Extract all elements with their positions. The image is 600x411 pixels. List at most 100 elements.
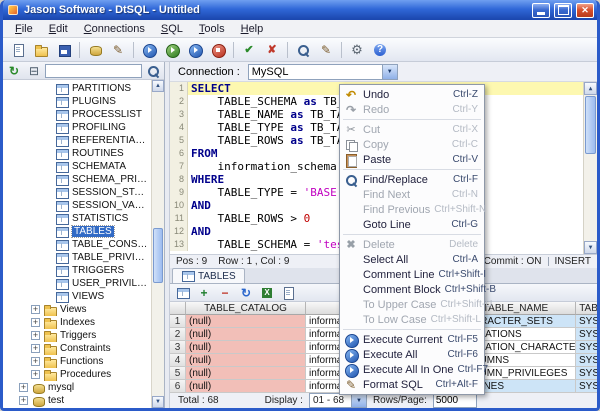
context-menu-item-format-sql[interactable]: Format SQLCtrl+Alt-F [340, 377, 484, 392]
toolbar-button-execute-all-in-one[interactable] [184, 40, 206, 60]
tree-item-table-constraints[interactable]: TABLE_CONSTRAINTS [3, 238, 164, 251]
tree-scrollbar[interactable]: ▲ ▼ [151, 80, 164, 408]
minimize-button[interactable] [532, 3, 550, 18]
chevron-down-icon[interactable] [351, 394, 366, 407]
results-button-export-excel[interactable] [257, 285, 277, 301]
grid-cell[interactable]: (null) [186, 315, 306, 328]
tree-item-views[interactable]: +Views [3, 303, 164, 316]
toolbar-button-help[interactable] [369, 40, 391, 60]
results-button-refresh-results[interactable] [236, 285, 256, 301]
connection-select[interactable]: MySQL [248, 64, 398, 80]
tree-item-user-privileges[interactable]: USER_PRIVILEGES [3, 277, 164, 290]
tree-item-schema-privileges[interactable]: SCHEMA_PRIVILEGES [3, 173, 164, 186]
toolbar-button-settings[interactable] [346, 40, 368, 60]
toolbar-button-commit[interactable] [238, 40, 260, 60]
grid-cell[interactable]: SYSTEM VIEW [576, 341, 597, 354]
tree-item-constraints[interactable]: +Constraints [3, 342, 164, 355]
tree-item-processlist[interactable]: PROCESSLIST [3, 108, 164, 121]
results-button-export-file[interactable] [278, 285, 298, 301]
context-menu-item-comment-line[interactable]: Comment LineCtrl+Shift-I [340, 267, 484, 282]
tree-item-routines[interactable]: ROUTINES [3, 147, 164, 160]
grid-cell[interactable]: SYSTEM VIEW [576, 315, 597, 328]
expand-plus-icon[interactable]: + [19, 396, 28, 405]
editor-scrollbar[interactable] [583, 82, 597, 254]
maximize-button[interactable] [554, 3, 572, 18]
tree-item-profiling[interactable]: PROFILING [3, 121, 164, 134]
tree-item-indexes[interactable]: +Indexes [3, 316, 164, 329]
context-menu-item-find-next[interactable]: Find NextCtrl-N [340, 187, 484, 202]
tree-item-triggers[interactable]: TRIGGERS [3, 264, 164, 277]
grid-cell[interactable]: (null) [186, 328, 306, 341]
context-menu-item-comment-block[interactable]: Comment BlockCtrl+Shift-B [340, 282, 484, 297]
rows-per-page-input[interactable] [433, 394, 477, 408]
grid-header-table-type[interactable]: TABLE_TYPE [576, 302, 597, 315]
context-menu-item-find-previous[interactable]: Find PreviousCtrl+Shift-N [340, 202, 484, 217]
toolbar-button-execute-all[interactable] [161, 40, 183, 60]
toolbar-button-find-replace[interactable] [292, 40, 314, 60]
toolbar-button-new-sql[interactable] [7, 40, 29, 60]
grid-cell[interactable]: SYSTEM VIEW [576, 380, 597, 393]
toolbar-button-new-connection[interactable] [84, 40, 106, 60]
titlebar[interactable]: Jason Software - DtSQL - Untitled [3, 0, 597, 20]
expand-plus-icon[interactable]: + [19, 383, 28, 392]
context-menu-item-execute-all-in-one[interactable]: Execute All In OneCtrl-F7 [340, 362, 484, 377]
expand-plus-icon[interactable]: + [31, 370, 40, 379]
grid-cell[interactable]: (null) [186, 354, 306, 367]
toolbar-button-rollback[interactable] [261, 40, 283, 60]
tree-item-plugins[interactable]: PLUGINS [3, 95, 164, 108]
tree-filter-input[interactable] [45, 64, 142, 78]
toolbar-button-edit-connection[interactable] [107, 40, 129, 60]
context-menu-item-execute-current[interactable]: Execute CurrentCtrl-F5 [340, 332, 484, 347]
context-menu-item-to-low-case[interactable]: To Low CaseCtrl+Shift-L [340, 312, 484, 327]
grid-header-table-catalog[interactable]: TABLE_CATALOG [186, 302, 306, 315]
grid-cell[interactable]: SYSTEM VIEW [576, 354, 597, 367]
tab-tables[interactable]: TABLES [172, 268, 245, 283]
tree-search-button[interactable] [144, 63, 162, 79]
toolbar-button-format-sql[interactable] [315, 40, 337, 60]
context-menu-item-redo[interactable]: RedoCtrl-Y [340, 102, 484, 117]
scroll-up-icon[interactable]: ▲ [152, 80, 164, 92]
grid-cell[interactable]: (null) [186, 341, 306, 354]
expand-plus-icon[interactable]: + [31, 357, 40, 366]
expand-plus-icon[interactable]: + [31, 318, 40, 327]
results-button-delete-row[interactable] [215, 285, 235, 301]
tree-item-referential-constraints[interactable]: REFERENTIAL_CONSTRAINTS [3, 134, 164, 147]
context-menu-item-select-all[interactable]: Select AllCtrl-A [340, 252, 484, 267]
scroll-thumb[interactable] [585, 96, 596, 154]
toolbar-button-stop[interactable] [207, 40, 229, 60]
sidebar-button-collapse-all[interactable] [25, 63, 43, 79]
expand-plus-icon[interactable]: + [31, 331, 40, 340]
toolbar-button-open-sql[interactable] [30, 40, 52, 60]
context-menu-item-cut[interactable]: CutCtrl-X [340, 122, 484, 137]
tree-item-test[interactable]: +test [3, 394, 164, 407]
context-menu-item-find-replace[interactable]: Find/ReplaceCtrl-F [340, 172, 484, 187]
tree-item-schemata[interactable]: SCHEMATA [3, 160, 164, 173]
tree-item-partitions[interactable]: PARTITIONS [3, 82, 164, 95]
display-range-select[interactable]: 01 - 68 [309, 393, 367, 408]
toolbar-button-save-sql[interactable] [53, 40, 75, 60]
close-button[interactable] [576, 3, 594, 18]
context-menu-item-goto-line[interactable]: Goto LineCtrl-G [340, 217, 484, 232]
tree-item-session-status[interactable]: SESSION_STATUS [3, 186, 164, 199]
tree-item-procedures[interactable]: +Procedures [3, 368, 164, 381]
grid-cell[interactable]: SYSTEM VIEW [576, 328, 597, 341]
tree-item-statistics[interactable]: STATISTICS [3, 212, 164, 225]
scroll-down-icon[interactable]: ▼ [152, 396, 164, 408]
context-menu-item-undo[interactable]: UndoCtrl-Z [340, 87, 484, 102]
context-menu-item-copy[interactable]: CopyCtrl-C [340, 137, 484, 152]
chevron-down-icon[interactable] [382, 65, 397, 79]
grid-cell[interactable]: (null) [186, 367, 306, 380]
context-menu-item-to-upper-case[interactable]: To Upper CaseCtrl+Shift-U [340, 297, 484, 312]
tree-item-mysql[interactable]: +mysql [3, 381, 164, 394]
context-menu-item-paste[interactable]: PasteCtrl-V [340, 152, 484, 167]
results-button-insert-row[interactable] [194, 285, 214, 301]
tree-item-table-privileges[interactable]: TABLE_PRIVILEGES [3, 251, 164, 264]
grid-cell[interactable]: SYSTEM VIEW [576, 367, 597, 380]
menu-tools[interactable]: Tools [191, 22, 233, 36]
expand-plus-icon[interactable]: + [31, 344, 40, 353]
tree-item-tables[interactable]: TABLES [3, 225, 164, 238]
scroll-down-icon[interactable] [584, 241, 597, 254]
sidebar-button-refresh-tree[interactable] [5, 63, 23, 79]
tree-item-session-variables[interactable]: SESSION_VARIABLES [3, 199, 164, 212]
tree-item-views[interactable]: VIEWS [3, 290, 164, 303]
